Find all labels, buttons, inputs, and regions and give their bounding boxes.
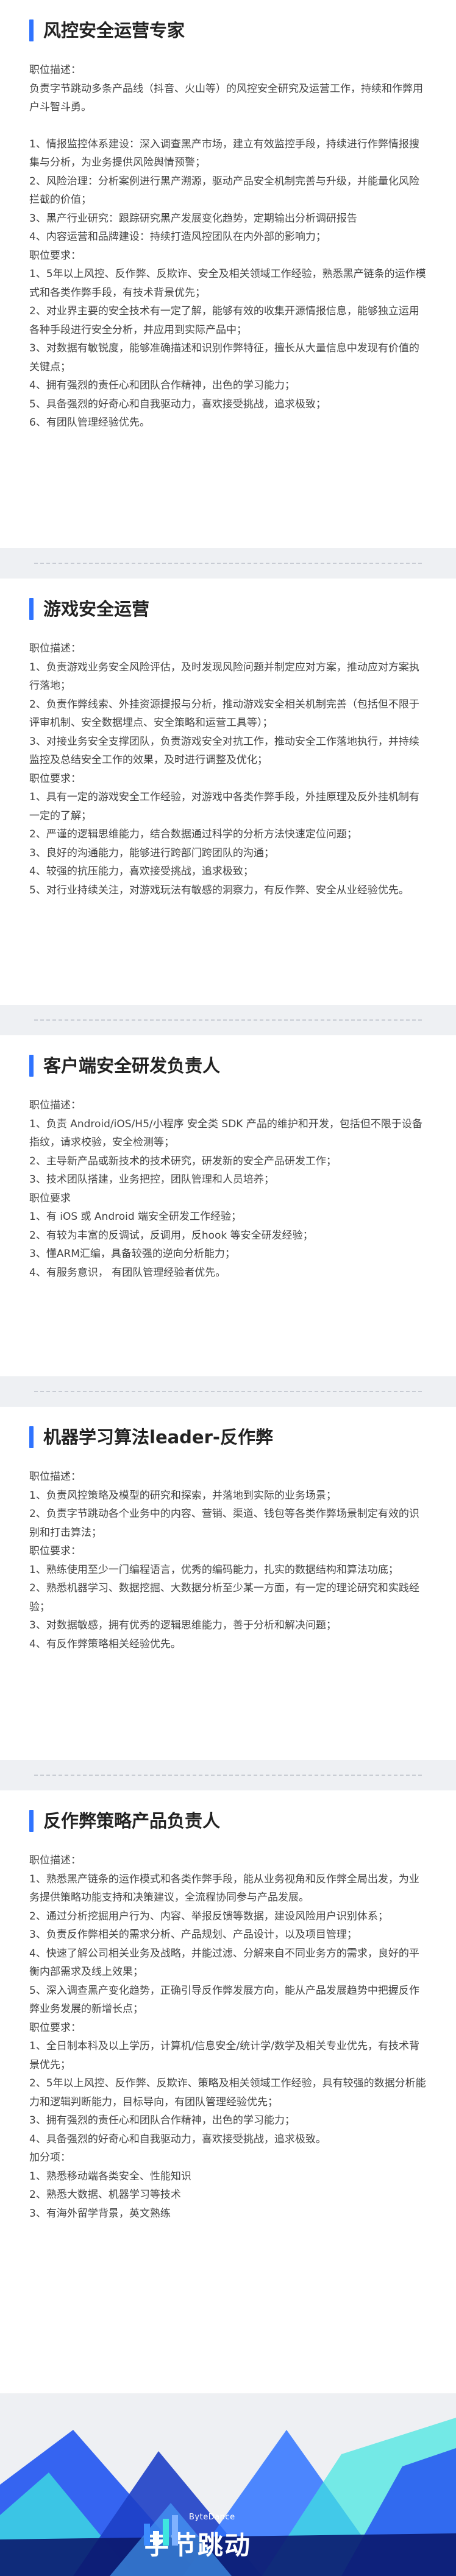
description-line: 1、情报监控体系建设：深入调查黑产市场，建立有效监控手段，持续进行作弊情报搜集与…: [29, 138, 419, 169]
description-line: 职位描述：: [29, 1471, 81, 1483]
section-header: 风控安全运营专家: [29, 0, 427, 61]
description-line: 3、负责反作弊相关的需求分析、产品规划、产品设计，以及项目管理；: [29, 1929, 357, 1941]
job-title: 游戏安全运营: [43, 598, 150, 619]
job-description: 职位描述： 负责字节跳动多条产品线（抖音、火山等）的风控安全研究及运营工作，持续和…: [29, 61, 427, 432]
job-description: 职位描述： 1、负责风控策略及模型的研究和探索，并落地到实际的业务场景； 2、负责字…: [29, 1468, 427, 1653]
job-section-client-security: 客户端安全研发负责人 职位描述： 1、负责 Android/iOS/H5/小程序 …: [0, 1035, 456, 1376]
description-line: 1、有 iOS 或 Android 端安全研发工作经验；: [29, 1211, 242, 1223]
description-line: 1、熟悉移动端各类安全、性能知识: [29, 2170, 191, 2183]
job-section-game-security: 游戏安全运营 职位描述： 1、负责游戏业务安全风险评估，及时发现风险问题并制定应对…: [0, 579, 456, 1005]
description-line: 2、熟悉大数据、机器学习等技术: [29, 2189, 181, 2201]
section-header: 反作弊策略产品负责人: [29, 1790, 427, 1851]
section-header: 机器学习算法leader-反作弊: [29, 1407, 427, 1468]
description-line: 2、对业界主要的安全技术有一定了解，能够有效的收集开源情报信息，能够独立运用各种…: [29, 305, 419, 336]
brand-name-en: ByteDance: [189, 2513, 235, 2522]
description-line: 3、懂ARM汇编，具备较强的逆向分析能力；: [29, 1248, 235, 1260]
description-line: 3、黑产行业研究：跟踪研究黑产发展变化趋势，定期输出分析调研报告: [29, 212, 357, 225]
section-divider: [0, 1760, 456, 1790]
description-line: 加分项：: [29, 2152, 71, 2164]
description-line: 3、对接业务安全支撑团队，负责游戏安全对抗工作，推动安全工作落地执行，并持续监控…: [29, 735, 419, 767]
description-line: 3、拥有强烈的责任心和团队合作精神，出色的学习能力；: [29, 2114, 295, 2127]
description-line: 1、负责 Android/iOS/H5/小程序 安全类 SDK 产品的维护和开发…: [29, 1117, 422, 1149]
description-line: 职位描述：: [29, 642, 81, 655]
description-line: 3、良好的沟通能力，能够进行跨部门跨团队的沟通；: [29, 846, 274, 859]
job-section-antifraud-product: 反作弊策略产品负责人 职位描述： 1、熟悉黑产链条的运作模式和各类作弊手段，能从业…: [0, 1790, 456, 2393]
brand-footer: ByteDance 字节跳动: [0, 2393, 456, 2576]
description-line: 2、5年以上风控、反作弊、反欺诈、策略及相关领域工作经验，具有较强的数据分析能力…: [29, 2077, 426, 2108]
description-line: 职位描述：: [29, 1099, 81, 1111]
description-line: 2、风险治理：分析案例进行黑产溯源，驱动产品安全机制完善与升级，并能量化风险拦截…: [29, 175, 419, 206]
accent-bar: [29, 19, 34, 41]
section-divider: [0, 1376, 456, 1407]
description-line: 4、较强的抗压能力，喜欢接受挑战，追求极致；: [29, 865, 254, 878]
description-line: 5、具备强烈的好奇心和自我驱动力，喜欢接受挑战，追求极致；: [29, 398, 326, 410]
job-title: 客户端安全研发负责人: [43, 1055, 221, 1076]
description-line: 1、5年以上风控、反作弊、反欺诈、安全及相关领域工作经验，熟悉黑产链条的运作模式…: [29, 268, 426, 299]
description-line: 职位要求：: [29, 1545, 81, 1557]
description-line: 3、对数据有敏锐度，能够准确描述和识别作弊特征，擅长从大量信息中发现有价值的关键…: [29, 342, 419, 373]
job-description: 职位描述： 1、负责 Android/iOS/H5/小程序 安全类 SDK 产品的…: [29, 1096, 427, 1282]
description-line: 职位描述：: [29, 64, 81, 76]
description-line: 2、负责作弊线索、外挂资源提报与分析，推动游戏安全相关机制完善（包括但不限于评审…: [29, 698, 419, 730]
description-line: 2、通过分析挖掘用户行为、内容、举报反馈等数据，建设风险用户识别体系；: [29, 1910, 388, 1923]
bytedance-logo: ByteDance 字节跳动: [144, 2513, 251, 2562]
description-line: 4、有服务意识， 有团队管理经验者优先。: [29, 1266, 226, 1279]
job-description: 职位描述： 1、熟悉黑产链条的运作模式和各类作弊手段，能从业务视角和反作弊全局出发…: [29, 1851, 427, 2223]
job-title: 机器学习算法leader-反作弊: [43, 1426, 273, 1448]
description-line: 6、有团队管理经验优先。: [29, 417, 150, 429]
description-line: 职位要求：: [29, 249, 81, 262]
description-line: 4、内容运营和品牌建设：持续打造风控团队在内外部的影响力；: [29, 231, 326, 243]
recruitment-poster: 风控安全运营专家 职位描述： 负责字节跳动多条产品线（抖音、火山等）的风控安全研究…: [0, 0, 456, 2576]
job-title: 风控安全运营专家: [43, 19, 185, 41]
description-line: 4、快速了解公司相关业务及战略，并能过滤、分解来自不同业务方的需求，良好的平衡内…: [29, 1947, 419, 1979]
description-line: 3、对数据敏感，拥有优秀的逻辑思维能力，善于分析和解决问题；: [29, 1619, 337, 1631]
description-line: 职位要求：: [29, 772, 81, 785]
section-divider: [0, 548, 456, 579]
description-line: 负责字节跳动多条产品线（抖音、火山等）的风控安全研究及运营工作，持续和作弊用户斗…: [29, 82, 423, 114]
accent-bar: [29, 1810, 34, 1832]
description-line: 职位要求: [29, 1192, 71, 1205]
description-line: 2、有较为丰富的反调试，反调用，反hook 等安全研发经验；: [29, 1229, 313, 1242]
description-line: 3、技术团队搭建，业务把控，团队管理和人员培养；: [29, 1174, 274, 1186]
description-line: 1、熟练使用至少一门编程语言，优秀的编码能力，扎实的数据结构和算法功底；: [29, 1563, 399, 1576]
description-line: 5、对行业持续关注，对游戏玩法有敏感的洞察力，有反作弊、安全从业经验优先。: [29, 884, 409, 896]
description-line: 1、熟悉黑产链条的运作模式和各类作弊手段，能从业务视角和反作弊全局出发，为业务提…: [29, 1873, 419, 1904]
section-divider: [0, 1005, 456, 1035]
description-line: 2、主导新产品或新技术的技术研究，研发新的安全产品研发工作；: [29, 1155, 337, 1167]
description-line: 2、严谨的逻辑思维能力，结合数据通过科学的分析方法快速定位问题；: [29, 828, 357, 840]
description-line: 1、全日制本科及以上学历，计算机/信息安全/统计学/数学及相关专业优先，有技术背…: [29, 2040, 419, 2071]
accent-bar: [29, 1055, 34, 1077]
section-header: 客户端安全研发负责人: [29, 1035, 427, 1096]
description-line: 4、有反作弊策略相关经验优先。: [29, 1638, 181, 1650]
job-section-ml-antifraud: 机器学习算法leader-反作弊 职位描述： 1、负责风控策略及模型的研究和探索，…: [0, 1407, 456, 1760]
job-title: 反作弊策略产品负责人: [43, 1810, 221, 1831]
description-line: 2、负责字节跳动各个业务中的内容、营销、渠道、钱包等各类作弊场景制定有效的识别和…: [29, 1508, 419, 1539]
accent-bar: [29, 1426, 34, 1448]
description-line: 5、深入调查黑产变化趋势，正确引导反作弊发展方向，能从产品发展趋势中把握反作弊业…: [29, 1984, 419, 2016]
description-line: 职位要求：: [29, 2021, 81, 2034]
description-line: 职位描述：: [29, 1854, 81, 1867]
bytedance-logo-icon: [144, 2515, 178, 2546]
description-line: 1、负责游戏业务安全风险评估，及时发现风险问题并制定应对方案，推动应对方案执行落…: [29, 661, 419, 692]
description-line: 4、拥有强烈的责任心和团队合作精神，出色的学习能力；: [29, 379, 295, 392]
accent-bar: [29, 598, 34, 620]
job-description: 职位描述： 1、负责游戏业务安全风险评估，及时发现风险问题并制定应对方案，推动应对…: [29, 639, 427, 899]
job-section-risk-ops: 风控安全运营专家 职位描述： 负责字节跳动多条产品线（抖音、火山等）的风控安全研究…: [0, 0, 456, 548]
description-line: 1、具有一定的游戏安全工作经验，对游戏中各类作弊手段，外挂原理及反外挂机制有一定…: [29, 791, 419, 822]
description-line: 1、负责风控策略及模型的研究和探索，并落地到实际的业务场景；: [29, 1489, 337, 1502]
description-line: 4、具备强烈的好奇心和自我驱动力，喜欢接受挑战，追求极致。: [29, 2133, 326, 2145]
description-line: 2、熟悉机器学习、数据挖掘、大数据分析至少某一方面，有一定的理论研究和实践经验；: [29, 1582, 419, 1613]
description-line: 3、有海外留学背景，英文熟练: [29, 2207, 171, 2220]
section-header: 游戏安全运营: [29, 579, 427, 639]
